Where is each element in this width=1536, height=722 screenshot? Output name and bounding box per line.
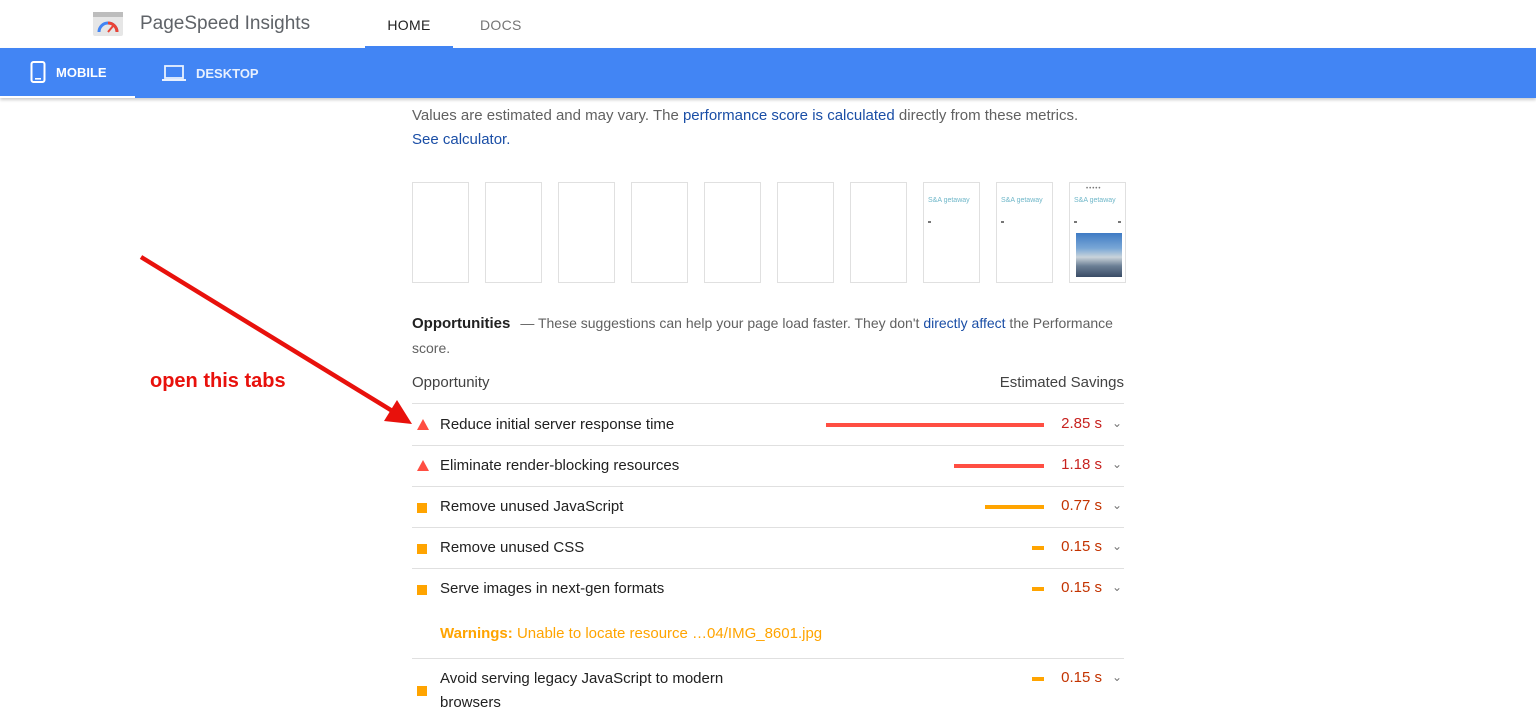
chevron-down-icon[interactable]: ⌄ [1112, 498, 1122, 512]
opportunity-row-server-response[interactable]: Reduce initial server response time 2.85… [412, 404, 1124, 446]
menu-icon [1074, 221, 1077, 223]
chevron-down-icon[interactable]: ⌄ [1112, 416, 1122, 430]
filmstrip-frame [704, 182, 761, 283]
column-estimated-savings: Estimated Savings [999, 374, 1124, 391]
opportunity-row-next-gen-images[interactable]: Serve images in next-gen formats 0.15 s … [412, 569, 1124, 659]
opportunities-title: Opportunities [412, 315, 511, 332]
top-header: PageSpeed Insights HOME DOCS [0, 0, 1536, 48]
savings-bar [985, 505, 1044, 509]
savings-bar [1032, 546, 1044, 550]
opportunity-label: Reduce initial server response time [440, 416, 675, 433]
pagespeed-logo-icon [93, 12, 123, 36]
tab-mobile[interactable]: MOBILE [0, 48, 135, 98]
opportunities-column-header: Opportunity Estimated Savings [412, 374, 1124, 404]
opportunity-row-unused-js[interactable]: Remove unused JavaScript 0.77 s ⌄ [412, 487, 1124, 528]
tab-home[interactable]: HOME [365, 17, 453, 48]
opportunities-header: Opportunities — These suggestions can hel… [412, 311, 1124, 361]
laptop-icon [162, 65, 186, 81]
tab-desktop-label: DESKTOP [196, 65, 259, 81]
filmstrip-frame: S&A getaway [996, 182, 1053, 283]
menu-icon [1001, 221, 1004, 223]
menu-icon [928, 221, 931, 223]
savings-value: 0.15 s [1061, 669, 1102, 686]
mobile-phone-icon [30, 61, 46, 83]
performance-score-link[interactable]: performance score is calculated [683, 107, 895, 124]
orange-square-icon [417, 503, 427, 513]
filmstrip-frame: ••••• S&A getaway [1069, 182, 1126, 283]
orange-square-icon [417, 585, 427, 595]
top-bar-icons: ••••• [1086, 186, 1102, 192]
tab-desktop[interactable]: DESKTOP [162, 48, 259, 98]
app-title: PageSpeed Insights [140, 13, 311, 34]
warning-message: Warnings: Unable to locate resource …04/… [440, 625, 822, 642]
red-triangle-icon [417, 460, 429, 471]
site-logo-text: S&A getaway [928, 197, 970, 204]
metrics-note: Values are estimated and may vary. The p… [412, 104, 1092, 152]
savings-value: 0.15 s [1061, 579, 1102, 596]
filmstrip-frame [777, 182, 834, 283]
opportunity-row-legacy-js[interactable]: Avoid serving legacy JavaScript to moder… [412, 659, 1124, 715]
site-logo-text: S&A getaway [1001, 197, 1043, 204]
cart-icon [1118, 221, 1121, 223]
annotation-text: open this tabs [150, 370, 286, 392]
filmstrip-frame [412, 182, 469, 283]
chevron-down-icon[interactable]: ⌄ [1112, 457, 1122, 471]
chevron-down-icon[interactable]: ⌄ [1112, 670, 1122, 684]
savings-bar [1032, 587, 1044, 591]
savings-value: 0.15 s [1061, 538, 1102, 555]
opportunity-label: Eliminate render-blocking resources [440, 457, 680, 474]
warning-text: Unable to locate resource …04/IMG_8601.j… [512, 625, 823, 642]
filmstrip-frame [558, 182, 615, 283]
metrics-note-text: Values are estimated and may vary. The [412, 107, 683, 124]
device-tab-bar: MOBILE DESKTOP [0, 48, 1536, 98]
chevron-down-icon[interactable]: ⌄ [1112, 539, 1122, 553]
orange-square-icon [417, 686, 427, 696]
filmstrip-frame [485, 182, 542, 283]
see-calculator-link[interactable]: See calculator. [412, 131, 510, 148]
opportunity-label: Serve images in next-gen formats [440, 580, 665, 597]
opportunity-row-render-blocking[interactable]: Eliminate render-blocking resources 1.18… [412, 446, 1124, 487]
tab-docs[interactable]: DOCS [480, 17, 522, 33]
filmstrip-frame: S&A getaway [923, 182, 980, 283]
filmstrip: S&A getaway S&A getaway ••••• S&A getawa… [412, 182, 1126, 283]
opportunity-row-unused-css[interactable]: Remove unused CSS 0.15 s ⌄ [412, 528, 1124, 569]
savings-value: 1.18 s [1061, 456, 1102, 473]
savings-bar [954, 464, 1044, 468]
tab-mobile-label: MOBILE [56, 64, 107, 80]
metrics-note-middle: directly from these metrics. [894, 107, 1079, 124]
savings-value: 2.85 s [1061, 415, 1102, 432]
red-triangle-icon [417, 419, 429, 430]
orange-square-icon [417, 544, 427, 554]
warning-label: Warnings: [440, 625, 513, 642]
chevron-down-icon[interactable]: ⌄ [1112, 580, 1122, 594]
site-logo-text: S&A getaway [1074, 197, 1116, 204]
column-opportunity: Opportunity [412, 374, 490, 391]
opportunity-label: Avoid serving legacy JavaScript to moder… [440, 670, 724, 711]
savings-bar [1032, 677, 1044, 681]
savings-value: 0.77 s [1061, 497, 1102, 514]
opportunity-label: Remove unused CSS [440, 539, 585, 556]
opportunities-desc: — These suggestions can help your page l… [520, 315, 924, 331]
filmstrip-frame [631, 182, 688, 283]
directly-affect-link[interactable]: directly affect [923, 315, 1005, 331]
hero-photo [1076, 233, 1122, 277]
opportunity-label: Remove unused JavaScript [440, 498, 624, 515]
savings-bar [826, 423, 1044, 427]
filmstrip-frame [850, 182, 907, 283]
